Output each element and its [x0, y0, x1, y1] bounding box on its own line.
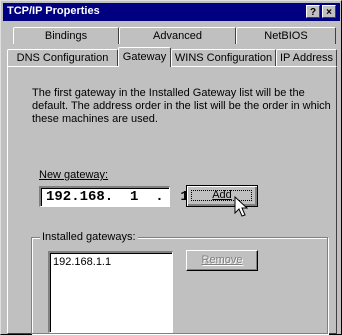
tab-wins-configuration[interactable]: WINS Configuration	[171, 49, 276, 66]
tab-advanced[interactable]: Advanced	[119, 27, 236, 44]
remove-button[interactable]: Remove	[186, 250, 258, 271]
gateway-description: The first gateway in the Installed Gatew…	[32, 87, 331, 125]
close-button[interactable]: ×	[322, 5, 336, 18]
tab-netbios[interactable]: NetBIOS	[236, 27, 336, 44]
new-gateway-label: New gateway:	[39, 169, 108, 181]
tab-ip-address[interactable]: IP Address	[276, 49, 337, 66]
help-button[interactable]: ?	[306, 5, 320, 18]
tab-gateway[interactable]: Gateway	[118, 47, 171, 67]
tcpip-properties-dialog: TCP/IP Properties ? × Bindings Advanced …	[0, 0, 342, 335]
new-gateway-label-text: New gateway:	[39, 169, 109, 181]
tab-bindings[interactable]: Bindings	[13, 27, 119, 44]
window-title: TCP/IP Properties	[7, 5, 100, 17]
new-gateway-ip-field[interactable]: 192.168. 1 . 1	[39, 186, 189, 207]
installed-gateways-list[interactable]: 192.168.1.1	[48, 251, 173, 333]
mouse-pointer-icon	[234, 196, 249, 217]
add-button-label: Add	[212, 189, 232, 201]
list-item[interactable]: 192.168.1.1	[53, 256, 172, 268]
remove-button-label: Remove	[201, 254, 243, 266]
title-bar[interactable]: TCP/IP Properties ? ×	[3, 3, 340, 21]
installed-gateways-label: Installed gateways:	[40, 231, 138, 243]
tab-dns-configuration[interactable]: DNS Configuration	[7, 49, 118, 66]
